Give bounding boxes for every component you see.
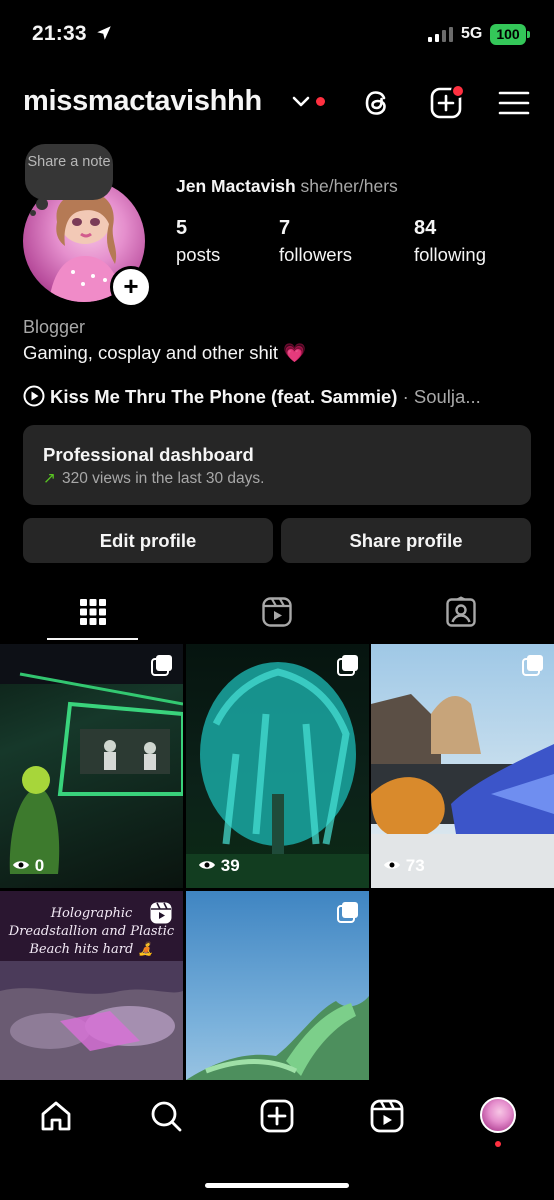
carousel-icon (337, 902, 358, 923)
post-image (0, 961, 183, 1080)
profile-bio: Gaming, cosplay and other shit 💗 (23, 342, 307, 363)
music-title: Kiss Me Thru The Phone (feat. Sammie) (50, 386, 398, 407)
reel-icon (150, 902, 172, 924)
grid-tab-icon[interactable] (77, 596, 109, 628)
dashboard-title: Professional dashboard (43, 444, 254, 465)
network-type: 5G (461, 25, 483, 42)
threads-icon[interactable] (360, 86, 394, 120)
full-name-text: Jen Mactavish (176, 176, 296, 196)
share-profile-button[interactable]: Share profile (281, 518, 531, 563)
dashboard-views-text: 320 views in the last 30 days. (62, 470, 265, 487)
eye-icon (199, 861, 215, 869)
following-count[interactable]: 84 (414, 217, 436, 240)
eye-icon (13, 861, 29, 869)
menu-icon[interactable] (497, 86, 531, 120)
post-tile[interactable]: 39 (186, 644, 369, 888)
view-count: 39 (198, 856, 240, 876)
view-count-value: 73 (405, 856, 425, 875)
view-count-value: 0 (34, 856, 45, 875)
post-tile[interactable]: 0 (0, 644, 183, 888)
view-count: 73 (383, 856, 425, 876)
carousel-icon (151, 655, 172, 676)
post-tile[interactable] (186, 891, 369, 1080)
cellular-signal-icon (428, 27, 453, 42)
chevron-down-icon[interactable] (292, 95, 310, 109)
account-username-switcher[interactable]: missmactavishhh (23, 85, 262, 118)
post-tile[interactable]: Holographic Dreadstallion and Plastic Be… (0, 891, 183, 1080)
view-count-value: 39 (220, 856, 240, 875)
posts-label: posts (176, 244, 221, 265)
edit-profile-button[interactable]: Edit profile (23, 518, 273, 563)
post-tile[interactable]: 73 (371, 644, 554, 888)
view-count: 0 (12, 856, 44, 876)
dashboard-subtitle: ↗ 320 views in the last 30 days. (43, 469, 264, 488)
reels-icon[interactable] (369, 1098, 405, 1134)
carousel-icon (337, 655, 358, 676)
battery-level: 100 (490, 24, 526, 45)
create-icon[interactable] (259, 1098, 295, 1134)
carousel-icon (522, 655, 543, 676)
profile-full-name: Jen Mactavish she/her/hers (176, 176, 398, 197)
pronouns: she/her/hers (300, 176, 398, 196)
trend-up-icon: ↗ (43, 470, 56, 487)
status-time: 21:33 (32, 22, 87, 45)
home-icon[interactable] (38, 1098, 74, 1134)
post-image (371, 694, 554, 888)
profile-nav-avatar[interactable] (480, 1097, 516, 1133)
add-story-button[interactable]: + (110, 266, 152, 308)
share-note-bubble[interactable]: Share a note (25, 144, 113, 200)
eye-icon (384, 861, 400, 869)
search-icon[interactable] (148, 1098, 184, 1134)
followers-label[interactable]: followers (279, 244, 352, 266)
tagged-tab-icon[interactable] (445, 596, 477, 628)
profile-notification-dot (495, 1141, 501, 1147)
profile-category: Blogger (23, 317, 86, 337)
post-image (0, 644, 183, 874)
following-label[interactable]: following (414, 244, 486, 266)
home-indicator[interactable] (205, 1183, 349, 1188)
reels-tab-icon[interactable] (261, 596, 293, 628)
note-bubble-tail (36, 198, 48, 210)
active-tab-indicator (47, 638, 138, 640)
post-image (186, 662, 369, 888)
posts-count: 5 (176, 217, 188, 239)
battery-nub (527, 31, 530, 38)
followers-count[interactable]: 7 (279, 217, 290, 240)
music-artist: · Soulja... (397, 386, 481, 407)
notification-dot (316, 97, 325, 106)
profile-music[interactable]: Kiss Me Thru The Phone (feat. Sammie) · … (23, 385, 481, 408)
play-circle-icon (23, 385, 45, 407)
location-arrow-icon (97, 26, 111, 40)
note-bubble-tail-small (30, 210, 36, 216)
create-notification-dot (451, 84, 465, 98)
